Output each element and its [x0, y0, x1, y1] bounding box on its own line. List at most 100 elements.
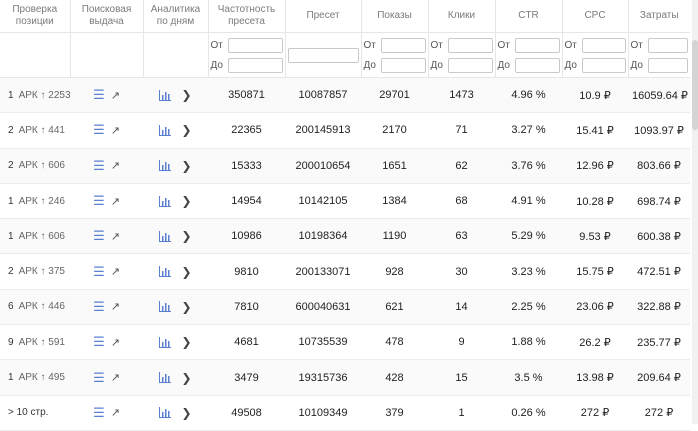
cpc-from-input[interactable]	[581, 37, 626, 53]
external-link-icon[interactable]: ↗	[111, 195, 120, 208]
clicks-from-input[interactable]	[447, 37, 493, 53]
header-cost[interactable]: Затраты	[627, 0, 690, 33]
ctr-to-input[interactable]	[514, 57, 560, 73]
shows-to-input[interactable]	[380, 57, 426, 73]
bar-chart-icon[interactable]	[159, 407, 172, 419]
chevron-right-icon[interactable]: ❯	[181, 159, 191, 173]
search-results-cell: ☰ ↗	[70, 77, 143, 114]
apk-position[interactable]: АРК ↑ 375	[19, 266, 65, 277]
chevron-right-icon[interactable]: ❯	[181, 229, 191, 243]
bar-chart-icon[interactable]	[159, 195, 172, 207]
list-icon[interactable]: ☰	[93, 405, 105, 421]
external-link-icon[interactable]: ↗	[111, 300, 120, 313]
header-preset-frequency[interactable]: Частотность пресета	[207, 0, 285, 33]
position-cell[interactable]: 1 АРК ↑ 495	[0, 359, 70, 396]
chevron-right-icon[interactable]: ❯	[181, 371, 191, 385]
external-link-icon[interactable]: ↗	[111, 406, 120, 419]
filter-to-label: До	[430, 59, 443, 71]
position-cell[interactable]: 1 АРК ↑ 2253	[0, 77, 70, 114]
position-cell[interactable]: 2 АРК ↑ 441	[0, 112, 70, 149]
clicks-to-input[interactable]	[447, 57, 493, 73]
bar-chart-icon[interactable]	[159, 372, 172, 384]
filter-to-label: До	[210, 59, 223, 71]
position-cell[interactable]: 2 АРК ↑ 375	[0, 253, 70, 290]
list-icon[interactable]: ☰	[93, 122, 105, 138]
clicks-cell: 30	[428, 253, 495, 290]
bar-chart-icon[interactable]	[159, 301, 172, 313]
list-icon[interactable]: ☰	[93, 193, 105, 209]
header-cpc[interactable]: CPC	[561, 0, 628, 33]
list-icon[interactable]: ☰	[93, 334, 105, 350]
cpc-cell: 12.96 ₽	[562, 148, 628, 184]
bar-chart-icon[interactable]	[159, 124, 172, 136]
bar-chart-icon[interactable]	[159, 89, 172, 101]
chevron-right-icon[interactable]: ❯	[181, 406, 191, 420]
apk-position[interactable]: АРК ↑ 591	[19, 337, 65, 348]
position-cell[interactable]: 6 АРК ↑ 446	[0, 289, 70, 326]
external-link-icon[interactable]: ↗	[111, 371, 120, 384]
ctr-cell: 4.96 %	[495, 77, 562, 114]
list-icon[interactable]: ☰	[93, 87, 105, 103]
list-icon[interactable]: ☰	[93, 228, 105, 244]
external-link-icon[interactable]: ↗	[111, 230, 120, 243]
apk-position[interactable]: АРК ↑ 246	[19, 196, 65, 207]
list-icon[interactable]: ☰	[93, 264, 105, 280]
chevron-right-icon[interactable]: ❯	[181, 265, 191, 279]
list-icon[interactable]: ☰	[93, 299, 105, 315]
preset-filter-input[interactable]	[287, 47, 359, 63]
apk-position[interactable]: АРК ↑ 495	[19, 372, 65, 383]
chevron-right-icon[interactable]: ❯	[181, 88, 191, 102]
vertical-scrollbar[interactable]	[692, 0, 698, 424]
position-cell[interactable]: 1 АРК ↑ 246	[0, 183, 70, 220]
position-cell[interactable]: 1 АРК ↑ 606	[0, 218, 70, 255]
chevron-right-icon[interactable]: ❯	[181, 123, 191, 137]
analytics-cell: ❯	[143, 289, 208, 326]
position-cell[interactable]: 2 АРК ↑ 606	[0, 148, 70, 184]
clicks-cell: 9	[428, 324, 495, 361]
external-link-icon[interactable]: ↗	[111, 159, 120, 172]
cpc-to-input[interactable]	[581, 57, 626, 73]
header-ctr[interactable]: CTR	[494, 0, 562, 33]
ctr-from-input[interactable]	[514, 37, 560, 53]
frequency-to-input[interactable]	[227, 57, 283, 73]
external-link-icon[interactable]: ↗	[111, 89, 120, 102]
external-link-icon[interactable]: ↗	[111, 124, 120, 137]
header-daily-analytics[interactable]: Аналитика по дням	[142, 0, 208, 33]
bar-chart-icon[interactable]	[159, 336, 172, 348]
external-link-icon[interactable]: ↗	[111, 336, 120, 349]
apk-position[interactable]: АРК ↑ 606	[19, 231, 65, 242]
header-position-check[interactable]: Проверка позиции	[0, 0, 70, 33]
shows-cell: 928	[361, 253, 428, 290]
bar-chart-icon[interactable]	[159, 266, 172, 278]
apk-position[interactable]: АРК ↑ 2253	[19, 90, 70, 101]
position-cell[interactable]: > 10 стр.	[0, 395, 70, 431]
frequency-from-input[interactable]	[227, 37, 283, 53]
chevron-right-icon[interactable]: ❯	[181, 300, 191, 314]
chevron-right-icon[interactable]: ❯	[181, 194, 191, 208]
analytics-cell: ❯	[143, 77, 208, 114]
header-shows[interactable]: Показы	[360, 0, 428, 33]
apk-position[interactable]: АРК ↑ 446	[19, 301, 65, 312]
filter-shows: От До	[360, 32, 428, 78]
list-icon[interactable]: ☰	[93, 370, 105, 386]
bar-chart-icon[interactable]	[159, 230, 172, 242]
list-icon[interactable]: ☰	[93, 158, 105, 174]
shows-cell: 1384	[361, 183, 428, 220]
cost-cell: 322.88 ₽	[628, 289, 690, 326]
chevron-right-icon[interactable]: ❯	[181, 335, 191, 349]
bar-chart-icon[interactable]	[159, 160, 172, 172]
header-search-results[interactable]: Поисковая выдача	[69, 0, 143, 33]
shows-from-input[interactable]	[380, 37, 426, 53]
ctr-cell: 3.76 %	[495, 148, 562, 184]
cost-from-input[interactable]	[647, 37, 688, 53]
scrollbar-thumb[interactable]	[692, 40, 698, 130]
header-clicks[interactable]: Клики	[427, 0, 495, 33]
header-preset[interactable]: Пресет	[284, 0, 361, 33]
apk-position[interactable]: АРК ↑ 606	[19, 160, 65, 171]
position-cell[interactable]: 9 АРК ↑ 591	[0, 324, 70, 361]
clicks-cell: 14	[428, 289, 495, 326]
cost-to-input[interactable]	[647, 57, 688, 73]
apk-position[interactable]: АРК ↑ 441	[19, 125, 65, 136]
header-row: Проверка позиции Поисковая выдача Аналит…	[0, 0, 690, 33]
external-link-icon[interactable]: ↗	[111, 265, 120, 278]
